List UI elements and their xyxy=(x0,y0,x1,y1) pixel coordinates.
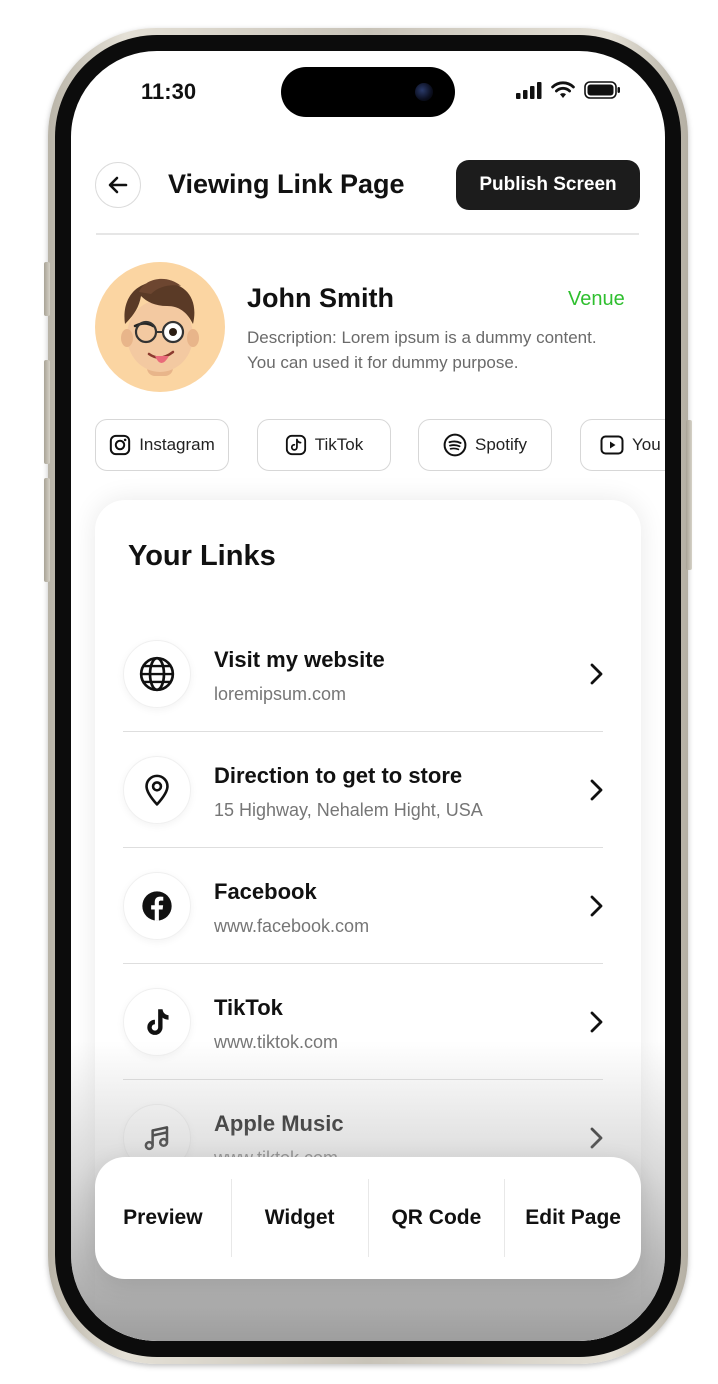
tiktok-icon xyxy=(285,434,306,456)
action-button xyxy=(44,262,50,316)
link-subtitle: www.tiktok.com xyxy=(214,1032,339,1052)
chip-youtube[interactable]: You xyxy=(580,419,665,471)
wifi-icon xyxy=(551,81,575,98)
chevron-right-icon xyxy=(590,663,603,685)
status-time: 11:30 xyxy=(141,79,197,104)
tab-qr-code[interactable]: QR Code xyxy=(369,1206,505,1230)
globe-icon xyxy=(139,656,175,692)
link-title: Visit my website xyxy=(214,647,385,672)
publish-screen-button[interactable]: Publish Screen xyxy=(456,160,640,210)
memoji-avatar-icon xyxy=(121,278,199,376)
cellular-signal-icon xyxy=(516,81,542,99)
link-title: Facebook xyxy=(214,879,317,904)
link-icon-container xyxy=(123,988,191,1056)
avatar[interactable] xyxy=(95,262,225,392)
link-subtitle: loremipsum.com xyxy=(214,684,347,704)
tab-widget[interactable]: Widget xyxy=(232,1206,368,1230)
volume-up-button xyxy=(44,360,50,464)
spotify-icon xyxy=(443,433,467,457)
link-item-tiktok[interactable]: TikTok www.tiktok.com xyxy=(123,964,605,1080)
link-title: Apple Music xyxy=(214,1111,344,1136)
tab-preview[interactable]: Preview xyxy=(95,1206,231,1230)
link-title: Direction to get to store xyxy=(214,763,463,788)
chip-label: Spotify xyxy=(475,435,527,454)
back-button[interactable] xyxy=(95,162,141,208)
chevron-right-icon xyxy=(590,895,603,917)
link-item-website[interactable]: Visit my website loremipsum.com xyxy=(123,616,605,732)
links-section-title: Your Links xyxy=(128,540,276,572)
profile-description: Description: Lorem ipsum is a dummy cont… xyxy=(247,328,597,372)
location-pin-icon xyxy=(145,774,169,806)
link-item-facebook[interactable]: Facebook www.facebook.com xyxy=(123,848,605,964)
header-divider xyxy=(96,233,639,235)
chevron-right-icon xyxy=(590,1127,603,1149)
phone-screen: 11:30 Viewing Link Page Publish Screen J… xyxy=(71,51,665,1341)
chip-tiktok[interactable]: TikTok xyxy=(257,419,391,471)
profile-category-badge: Venue xyxy=(568,288,625,310)
chip-spotify[interactable]: Spotify xyxy=(418,419,552,471)
tiktok-icon xyxy=(147,1009,169,1035)
dynamic-island xyxy=(281,67,455,117)
status-icons xyxy=(516,81,621,99)
link-icon-container xyxy=(123,640,191,708)
link-item-directions[interactable]: Direction to get to store 15 Highway, Ne… xyxy=(123,732,605,848)
link-icon-container xyxy=(123,756,191,824)
volume-down-button xyxy=(44,478,50,582)
instagram-icon xyxy=(110,434,131,456)
chip-instagram[interactable]: Instagram xyxy=(95,419,229,471)
bottom-action-bar: Preview Widget QR Code Edit Page xyxy=(95,1157,641,1279)
link-subtitle: 15 Highway, Nehalem Hight, USA xyxy=(214,800,483,820)
page-title: Viewing Link Page xyxy=(168,169,405,199)
arrow-left-icon xyxy=(108,176,128,194)
link-title: TikTok xyxy=(214,995,283,1020)
chip-label: TikTok xyxy=(314,435,364,454)
chevron-right-icon xyxy=(590,779,603,801)
chip-label: You xyxy=(632,435,661,454)
chevron-right-icon xyxy=(590,1011,603,1033)
facebook-icon xyxy=(142,891,172,921)
profile-name: John Smith xyxy=(247,283,394,313)
chip-label: Instagram xyxy=(139,435,215,454)
music-note-icon xyxy=(144,1126,169,1151)
power-button xyxy=(686,420,692,570)
front-camera-icon xyxy=(415,83,433,101)
tab-edit-page[interactable]: Edit Page xyxy=(505,1206,641,1230)
link-subtitle: www.facebook.com xyxy=(214,916,370,936)
link-icon-container xyxy=(123,872,191,940)
youtube-icon xyxy=(600,435,624,455)
battery-icon xyxy=(584,81,620,99)
